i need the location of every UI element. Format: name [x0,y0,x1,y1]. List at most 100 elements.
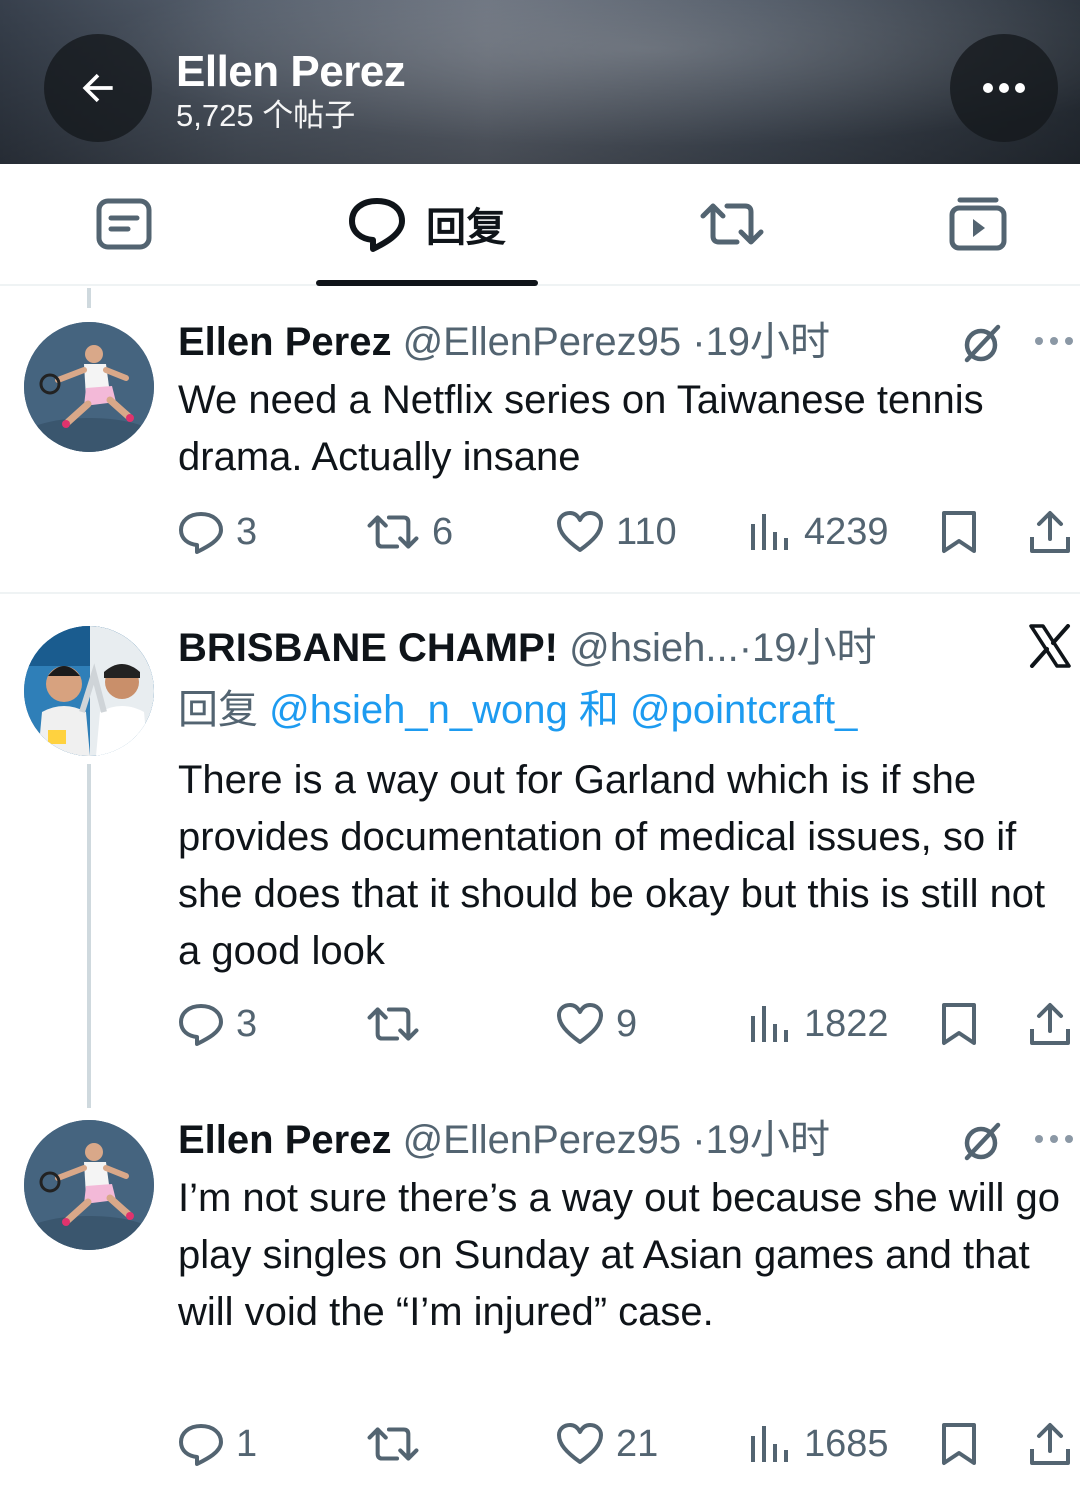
heart-icon [557,511,603,552]
profile-tabs: 回复 [0,164,1080,286]
meta-separator: · [692,1118,706,1162]
profile-header-banner: Ellen Perez 5,725 个帖子 [0,0,1080,164]
share-icon [1030,511,1070,553]
avatar[interactable] [24,626,154,756]
bookmark-icon [942,1003,976,1045]
tweet-time[interactable]: 19小时 [752,626,877,670]
views-button[interactable]: 1822 [748,994,889,1054]
thread-line [87,764,91,1108]
x-logo-icon [1029,624,1071,668]
tab-replies[interactable]: 回复 [316,164,538,284]
tweet-time[interactable]: 19小时 [706,1118,831,1162]
avatar[interactable] [24,322,154,452]
views-chart-icon [751,514,788,550]
tab-media[interactable] [914,164,1042,284]
heart-icon [557,1003,603,1044]
reply-icon [179,1004,223,1046]
share-button[interactable] [1028,994,1072,1054]
back-button[interactable] [44,34,152,142]
tab-posts[interactable] [60,164,188,284]
reply-count: 3 [236,1002,258,1045]
author-handle[interactable]: @hsieh... [569,626,739,670]
like-count: 110 [616,510,677,553]
more-button[interactable] [950,34,1058,142]
author-handle[interactable]: @EllenPerez95 [403,1118,682,1162]
avatar[interactable] [24,1120,154,1250]
repost-button[interactable]: 6 [366,502,453,562]
like-button[interactable]: 110 [556,502,677,562]
tweet[interactable]: Ellen Perez @EllenPerez95 ·19小时 We need … [0,288,1080,592]
bookmark-button[interactable] [940,1414,978,1474]
mention-conjunction: 和 [578,688,619,732]
replying-to: 回复 @hsieh_n_wong 和 @pointcraft_ [178,686,857,734]
view-count: 1822 [804,1002,889,1045]
tweet-time[interactable]: 19小时 [706,320,831,364]
heart-icon [557,1423,603,1464]
more-options-icon[interactable] [1034,1134,1074,1144]
tab-reposts[interactable] [668,164,796,284]
tweet-actions: 3 6 110 4239 [0,502,1080,562]
share-icon [1030,1003,1070,1045]
reply-button[interactable]: 1 [178,1414,257,1474]
like-button[interactable]: 21 [556,1414,658,1474]
tennis-player-avatar-image [24,322,154,452]
grok-icon[interactable] [960,322,1002,364]
tweet-text: We need a Netflix series on Taiwanese te… [178,378,984,479]
repost-button[interactable] [366,994,420,1054]
header-title-block: Ellen Perez 5,725 个帖子 [176,46,406,134]
tennis-player-avatar-image [24,1120,154,1250]
tab-replies-label: 回复 [426,206,506,250]
grok-icon[interactable] [960,1120,1002,1162]
tweet-actions: 3 9 1822 [0,994,1080,1054]
bookmark-button[interactable] [940,994,978,1054]
share-button[interactable] [1028,1414,1072,1474]
more-dots-icon [983,83,1025,93]
like-count: 21 [616,1422,659,1465]
tweet-meta: Ellen Perez @EllenPerez95 ·19小时 [178,1116,830,1164]
bookmark-icon [942,1423,976,1465]
mention-link[interactable]: @hsieh_n_wong [269,688,568,732]
bookmark-button[interactable] [940,502,978,562]
meta-separator: · [738,626,753,670]
share-icon [1030,1423,1070,1465]
media-play-icon [949,197,1007,251]
reply-count: 3 [236,510,258,553]
tweet-actions: 1 21 1685 [0,1414,1080,1474]
reply-button[interactable]: 3 [178,994,257,1054]
reply-bubble-icon [349,198,405,252]
reply-icon [179,512,223,554]
tab-active-indicator [316,280,538,286]
bookmark-icon [942,511,976,553]
like-button[interactable]: 9 [556,994,637,1054]
tweet[interactable]: BRISBANE CHAMP! @hsieh...·19小时 回复 @hsieh… [0,594,1080,1110]
reply-button[interactable]: 3 [178,502,257,562]
view-count: 4239 [804,510,889,553]
doubles-players-avatar-image [24,626,154,756]
share-button[interactable] [1028,502,1072,562]
replying-to-prefix: 回复 [178,688,258,732]
author-handle[interactable]: @EllenPerez95 [403,320,682,364]
tweet[interactable]: Ellen Perez @EllenPerez95 ·19小时 I’m not … [0,1086,1080,1494]
posts-icon [96,198,152,250]
tweet-meta: Ellen Perez @EllenPerez95 ·19小时 [178,318,830,366]
meta-separator: · [692,320,706,364]
header-post-count: 5,725 个帖子 [176,98,356,133]
tweet-meta: BRISBANE CHAMP! @hsieh...·19小时 [178,624,877,672]
tweet-text: I’m not sure there’s a way out because s… [178,1176,1060,1334]
author-name[interactable]: BRISBANE CHAMP! [178,626,558,670]
repost-button[interactable] [366,1414,420,1474]
repost-icon [700,203,764,245]
repost-count: 6 [432,510,454,553]
author-name[interactable]: Ellen Perez [178,320,391,364]
repost-icon [367,1427,419,1461]
mention-link[interactable]: @pointcraft_ [630,688,857,732]
more-options-icon[interactable] [1034,336,1074,346]
thread-line [87,288,91,308]
header-name: Ellen Perez [176,47,406,96]
views-button[interactable]: 1685 [748,1414,889,1474]
reply-icon [179,1424,223,1466]
views-button[interactable]: 4239 [748,502,889,562]
author-name[interactable]: Ellen Perez [178,1118,391,1162]
tweet-text: There is a way out for Garland which is … [178,758,1046,973]
views-chart-icon [751,1006,788,1042]
